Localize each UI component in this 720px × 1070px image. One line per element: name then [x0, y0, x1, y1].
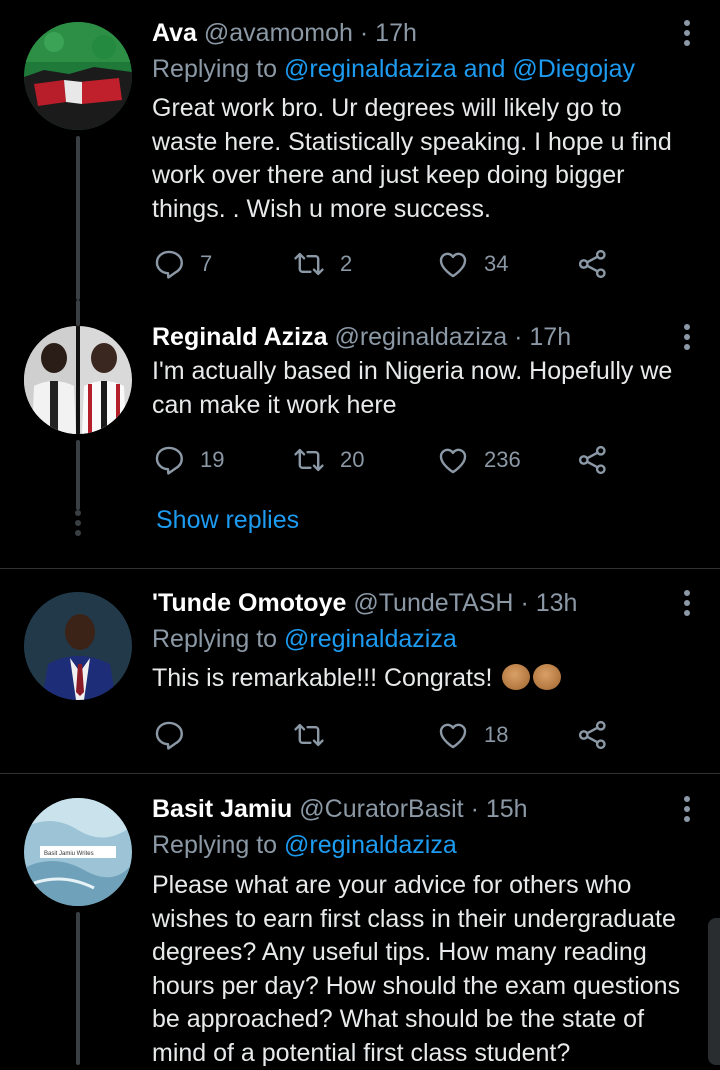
heart-icon: [436, 718, 470, 752]
share-button[interactable]: [576, 715, 610, 755]
display-name[interactable]: Basit Jamiu: [152, 795, 292, 823]
timestamp[interactable]: · 13h: [520, 589, 577, 617]
heart-icon: [436, 443, 470, 477]
timestamp[interactable]: · 15h: [471, 795, 528, 823]
tweet-actions: 7 2 34: [152, 244, 622, 284]
retweet-count: 20: [340, 447, 365, 472]
timestamp[interactable]: · 17h: [360, 19, 417, 47]
reply-button[interactable]: 7: [152, 244, 212, 284]
avatar[interactable]: Basit Jamiu Writes: [24, 798, 132, 906]
thread-more-dots: [74, 510, 82, 540]
like-button[interactable]: 34: [436, 244, 508, 284]
tweet-actions: 18: [152, 715, 622, 755]
like-count: 236: [484, 447, 521, 472]
reply-icon: [152, 443, 186, 477]
avatar-image: [24, 326, 132, 434]
thread-line-top: [76, 300, 80, 326]
more-options-icon[interactable]: [682, 324, 692, 354]
thread-line: [76, 440, 80, 510]
tweet-basit-jamiu[interactable]: Basit Jamiu Writes Basit Jamiu @CuratorB…: [0, 774, 720, 1067]
share-button[interactable]: [576, 244, 610, 284]
tweet-text: I'm actually based in Nigeria now. Hopef…: [152, 357, 673, 419]
avatar[interactable]: [24, 592, 132, 700]
display-name[interactable]: Ava: [152, 19, 197, 47]
retweet-count: 2: [340, 251, 353, 276]
reply-count: 19: [200, 447, 225, 472]
tweet-text: Great work bro. Ur degrees will likely g…: [152, 94, 672, 223]
tweet-actions: 19 20 236: [152, 440, 622, 480]
tweet-header: Basit Jamiu @CuratorBasit · 15h: [152, 792, 528, 826]
replying-to: Replying to @reginaldaziza and @Diegojay: [152, 52, 635, 86]
tweet-reginald-aziza[interactable]: Reginald Aziza @reginaldaziza · 17h I'm …: [0, 300, 720, 568]
clapping-hands-emoji-icon: [502, 664, 531, 690]
reply-icon: [152, 718, 186, 752]
tweet-text: This is remarkable!!! Congrats!: [152, 662, 692, 696]
more-options-icon[interactable]: [682, 796, 692, 826]
reply-button[interactable]: [152, 715, 200, 755]
tweet-text: Please what are your advice for others w…: [152, 871, 681, 1067]
heart-icon: [436, 247, 470, 281]
display-name[interactable]: Reginald Aziza: [152, 323, 328, 351]
tweet-text-content: This is remarkable!!! Congrats!: [152, 664, 493, 692]
mention-link[interactable]: @reginaldaziza: [284, 831, 457, 859]
retweet-icon: [292, 718, 326, 752]
avatar-search-text: Basit Jamiu Writes: [44, 851, 94, 857]
like-count: 34: [484, 251, 509, 276]
share-icon: [576, 443, 610, 477]
replying-to: Replying to @reginaldaziza: [152, 622, 457, 656]
avatar[interactable]: [24, 22, 132, 130]
avatar-image: Basit Jamiu Writes: [24, 798, 132, 906]
retweet-button[interactable]: 20: [292, 440, 364, 480]
retweet-icon: [292, 443, 326, 477]
replying-to-label: Replying to: [152, 831, 278, 859]
reply-button[interactable]: 19: [152, 440, 224, 480]
share-icon: [576, 247, 610, 281]
replying-to: Replying to @reginaldaziza: [152, 828, 457, 862]
mention-link[interactable]: @reginaldaziza: [284, 625, 457, 653]
username[interactable]: @TundeTASH: [353, 589, 513, 617]
like-button[interactable]: 18: [436, 715, 508, 755]
share-icon: [576, 718, 610, 752]
replying-to-label: Replying to: [152, 625, 278, 653]
like-count: 18: [484, 722, 509, 747]
share-button[interactable]: [576, 440, 610, 480]
reply-icon: [152, 247, 186, 281]
retweet-button[interactable]: 2: [292, 244, 352, 284]
username[interactable]: @CuratorBasit: [299, 795, 463, 823]
more-options-icon[interactable]: [682, 590, 692, 620]
more-options-icon[interactable]: [682, 20, 692, 50]
tweet-header: Ava @avamomoh · 17h: [152, 16, 417, 50]
tweet-header: 'Tunde Omotoye @TundeTASH · 13h: [152, 586, 577, 620]
thread-line: [76, 912, 80, 1065]
retweet-button[interactable]: [292, 715, 340, 755]
scrollbar[interactable]: [708, 918, 720, 1065]
retweet-icon: [292, 247, 326, 281]
like-button[interactable]: 236: [436, 440, 521, 480]
replying-to-label: Replying to: [152, 55, 278, 83]
tweet-tunde-omotoye[interactable]: 'Tunde Omotoye @TundeTASH · 13h Replying…: [0, 569, 720, 773]
clapping-hands-emoji-icon: [533, 664, 562, 690]
avatar[interactable]: [24, 326, 132, 434]
username[interactable]: @avamomoh: [204, 19, 353, 47]
thread-line: [76, 136, 80, 300]
avatar-image: [24, 592, 132, 700]
avatar-image: [24, 22, 132, 130]
username[interactable]: @reginaldaziza: [334, 323, 507, 351]
show-replies-link[interactable]: Show replies: [156, 506, 299, 535]
display-name[interactable]: 'Tunde Omotoye: [152, 589, 346, 617]
reply-count: 7: [200, 251, 213, 276]
mention-link[interactable]: @reginaldaziza and @Diegojay: [284, 55, 635, 83]
timestamp[interactable]: · 17h: [514, 323, 571, 351]
tweet-ava[interactable]: Ava @avamomoh · 17h Replying to @reginal…: [0, 0, 720, 300]
tweet-header: Reginald Aziza @reginaldaziza · 17h: [152, 320, 571, 354]
